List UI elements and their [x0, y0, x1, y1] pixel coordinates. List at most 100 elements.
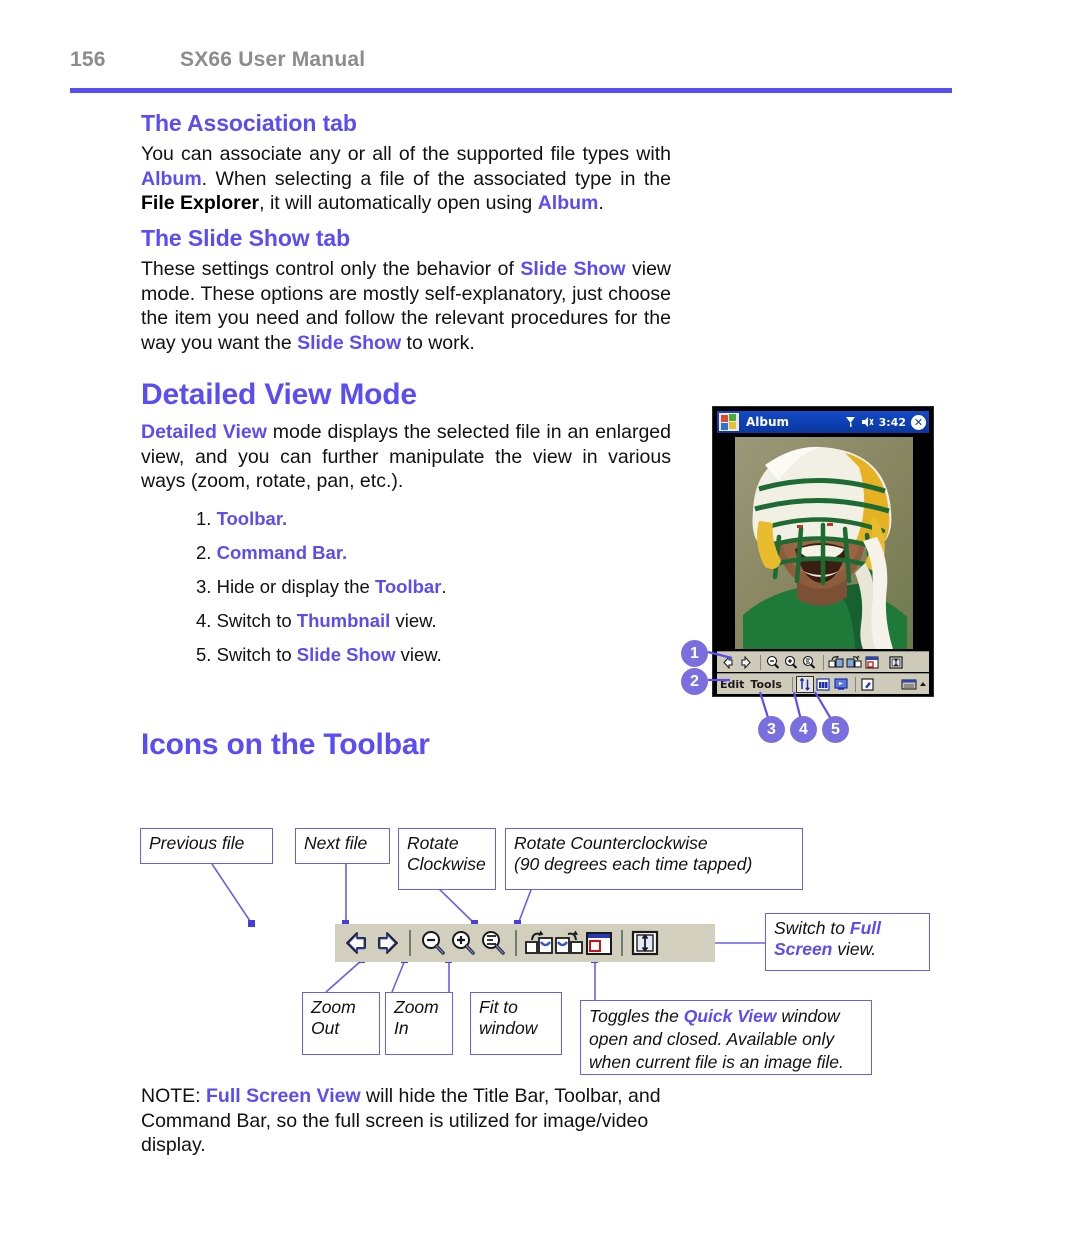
zoom-in-line1: Zoom [394, 997, 439, 1017]
rotate-cw-line2: Clockwise [407, 854, 486, 874]
callout-3: 3 [758, 716, 785, 743]
list-post: . [441, 576, 447, 597]
list-item: 3. Hide or display the Toolbar. [196, 576, 626, 597]
note-paragraph: NOTE: Full Screen View will hide the Tit… [141, 1084, 686, 1158]
box-zoom-in: Zoom In [385, 992, 453, 1055]
list-keyword: Command Bar. [216, 542, 348, 563]
box-fit-to-window: Fit to window [470, 992, 562, 1055]
box-rotate-clockwise: Rotate Clockwise [398, 828, 496, 890]
page-header: 156 SX66 User Manual [70, 48, 960, 80]
list-pre: Switch to [216, 610, 297, 631]
fit-to-window-icon[interactable] [478, 929, 508, 957]
header-rule-divider [70, 88, 952, 93]
switch-full-b: view. [832, 939, 877, 959]
callout-4: 4 [790, 716, 817, 743]
signal-icon[interactable] [845, 416, 856, 428]
keyword-slide-show-2: Slide Show [297, 331, 402, 354]
list-post: view. [395, 644, 442, 665]
list-item: 1. Toolbar. [196, 508, 626, 529]
switch-full-a: Switch to [774, 918, 850, 938]
box-rotate-counterclockwise: Rotate Counterclockwise (90 degrees each … [505, 828, 803, 890]
keyword-quick-view: Quick View [683, 1006, 777, 1026]
paragraph-slide-show: These settings control only the behavior… [141, 257, 671, 355]
list-keyword: Toolbar [374, 576, 442, 597]
list-keyword: Slide Show [296, 644, 396, 665]
next-file-icon[interactable] [372, 929, 402, 957]
close-icon[interactable]: ✕ [911, 414, 926, 430]
keyword-album-1: Album [141, 167, 202, 190]
list-number: 1. [196, 508, 212, 529]
section-detailed-view: Detailed View Mode Detailed View mode di… [141, 378, 671, 494]
keyword-full: Full [849, 918, 881, 938]
rotate-clockwise-icon[interactable] [524, 929, 554, 957]
list-post: view. [390, 610, 437, 631]
list-pre: Switch to [216, 644, 297, 665]
callout-1: 1 [681, 640, 708, 667]
box-quick-view: Toggles the Quick View window open and c… [580, 1000, 872, 1075]
list-item: 4. Switch to Thumbnail view. [196, 610, 626, 631]
heading-icons-on-the-toolbar: Icons on the Toolbar [141, 728, 430, 761]
rotate-cw-line1: Rotate [407, 833, 459, 853]
zoom-in-icon[interactable] [448, 929, 478, 957]
box-zoom-out: Zoom Out [302, 992, 380, 1055]
list-number: 3. [196, 576, 212, 597]
list-number: 5. [196, 644, 212, 665]
zoom-out-line2: Out [311, 1018, 340, 1038]
fit-window-line2: window [479, 1018, 538, 1038]
list-item: 2. Command Bar. [196, 542, 626, 563]
toolbar-strip[interactable] [335, 924, 715, 962]
zoom-out-icon[interactable] [418, 929, 448, 957]
list-keyword: Thumbnail [296, 610, 391, 631]
windows-start-icon[interactable] [719, 413, 739, 431]
box-next-file: Next file [295, 828, 390, 864]
pda-title-bar: Album 3:42 ✕ [717, 411, 929, 433]
section-icons-toolbar: Icons on the Toolbar [141, 728, 741, 762]
keyword-screen: Screen [774, 939, 833, 959]
keyword-album-2: Album [537, 192, 599, 214]
pda-photo-content [735, 437, 913, 649]
quick-view-a: Toggles the [589, 1006, 684, 1026]
slideshow-text-a: These settings control only the behavior… [141, 258, 521, 280]
assoc-text-b: . When selecting a file of the associate… [201, 167, 671, 190]
list-number: 4. [196, 610, 212, 631]
list-number: 2. [196, 542, 212, 563]
full-screen-icon[interactable] [630, 929, 660, 957]
pda-clock[interactable]: 3:42 [879, 416, 906, 429]
paragraph-detailed-view: Detailed View mode displays the selected… [141, 420, 671, 494]
keyword-full-screen-view: Full Screen View [206, 1085, 361, 1107]
keyword-detailed-view: Detailed View [141, 421, 267, 443]
quick-view-icon[interactable] [584, 929, 614, 957]
assoc-text-d: . [598, 192, 604, 214]
page-number: 156 [70, 48, 106, 71]
note-prefix: NOTE: [141, 1085, 207, 1107]
list-item: 5. Switch to Slide Show view. [196, 644, 626, 665]
pda-status-tray: 3:42 ✕ [845, 414, 929, 430]
heading-slide-show-tab: The Slide Show tab [141, 225, 351, 251]
keyword-slide-show-1: Slide Show [520, 258, 626, 280]
fit-window-line1: Fit to [479, 997, 518, 1017]
note-block: NOTE: Full Screen View will hide the Tit… [141, 1084, 686, 1158]
numbered-callout-list: 1. Toolbar. 2. Command Bar. 3. Hide or d… [196, 508, 626, 678]
heading-detailed-view-mode: Detailed View Mode [141, 378, 417, 411]
zoom-in-line2: In [394, 1018, 409, 1038]
assoc-text-a: You can associate any or all of the supp… [141, 143, 671, 165]
zoom-out-line1: Zoom [311, 997, 356, 1017]
section-association: The Association tab You can associate an… [141, 110, 671, 216]
box-previous-file: Previous file [140, 828, 273, 864]
list-keyword: Toolbar. [216, 508, 288, 529]
keyword-file-explorer: File Explorer [141, 192, 260, 214]
section-slide-show: The Slide Show tab These settings contro… [141, 225, 671, 355]
callout-2: 2 [681, 668, 708, 695]
previous-file-icon[interactable] [342, 929, 372, 957]
rotate-ccw-line1: Rotate Counterclockwise [514, 833, 708, 853]
list-pre: Hide or display the [216, 576, 375, 597]
slideshow-text-c: to work. [401, 331, 475, 354]
volume-icon[interactable] [861, 416, 874, 428]
manual-title: SX66 User Manual [180, 48, 366, 71]
assoc-text-c: , it will automatically open using [259, 192, 538, 214]
heading-association-tab: The Association tab [141, 110, 357, 136]
toolbar-icon-diagram: Previous file Next file Rotate Clockwise … [140, 820, 940, 1085]
rotate-counterclockwise-icon[interactable] [554, 929, 584, 957]
pda-app-title: Album [746, 415, 790, 429]
callout-5: 5 [822, 716, 849, 743]
